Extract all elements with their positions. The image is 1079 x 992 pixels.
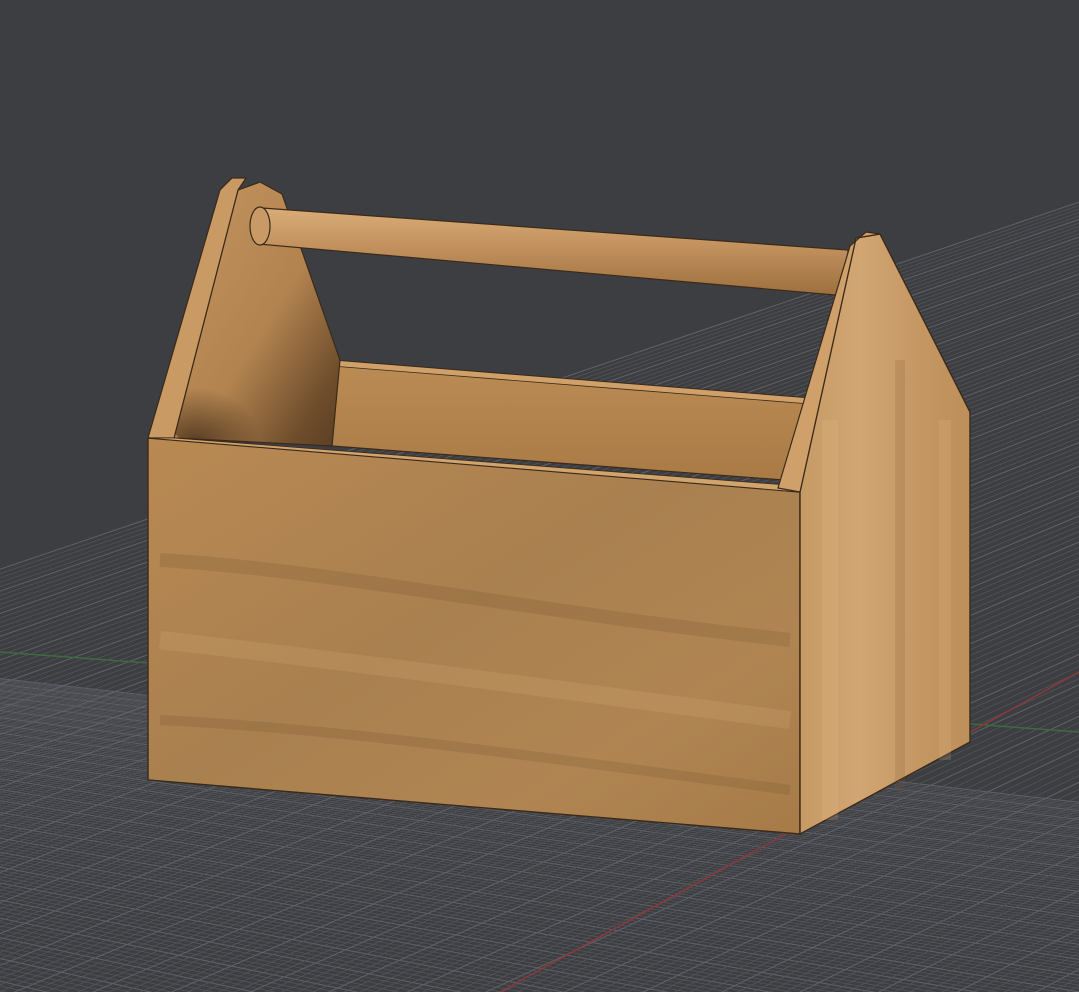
viewport-canvas[interactable] (0, 0, 1079, 992)
dowel-end-cap (249, 206, 271, 246)
3d-viewport[interactable] (0, 0, 1079, 992)
